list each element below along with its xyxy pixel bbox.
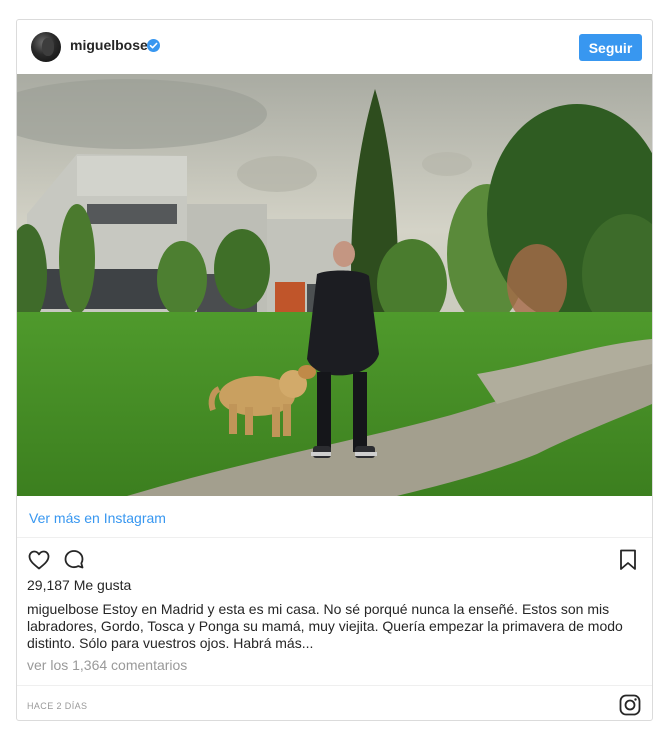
verified-badge-icon [147, 39, 160, 52]
bookmark-icon[interactable] [618, 548, 638, 577]
divider [17, 685, 652, 686]
view-comments-link[interactable]: ver los 1,364 comentarios [27, 657, 187, 673]
caption-username[interactable]: miguelbose [27, 601, 99, 617]
divider [17, 537, 652, 538]
likes-count[interactable]: 29,187 Me gusta [27, 577, 131, 593]
post-caption: miguelbose Estoy en Madrid y esta es mi … [27, 601, 642, 652]
avatar[interactable] [31, 32, 61, 62]
follow-button[interactable]: Seguir [579, 34, 642, 61]
username[interactable]: miguelbose [70, 37, 148, 53]
instagram-post-card: miguelbose Seguir Ver más en Instagram 2… [16, 19, 653, 721]
view-more-link[interactable]: Ver más en Instagram [29, 510, 166, 526]
post-photo[interactable] [17, 74, 652, 496]
post-header: miguelbose Seguir [17, 20, 652, 74]
comment-icon[interactable] [62, 548, 86, 577]
heart-icon[interactable] [27, 548, 51, 577]
caption-text: Estoy en Madrid y esta es mi casa. No sé… [27, 601, 623, 651]
post-timestamp: HACE 2 DÍAS [27, 701, 88, 711]
action-bar [17, 544, 652, 578]
instagram-logo-icon[interactable] [619, 694, 641, 721]
